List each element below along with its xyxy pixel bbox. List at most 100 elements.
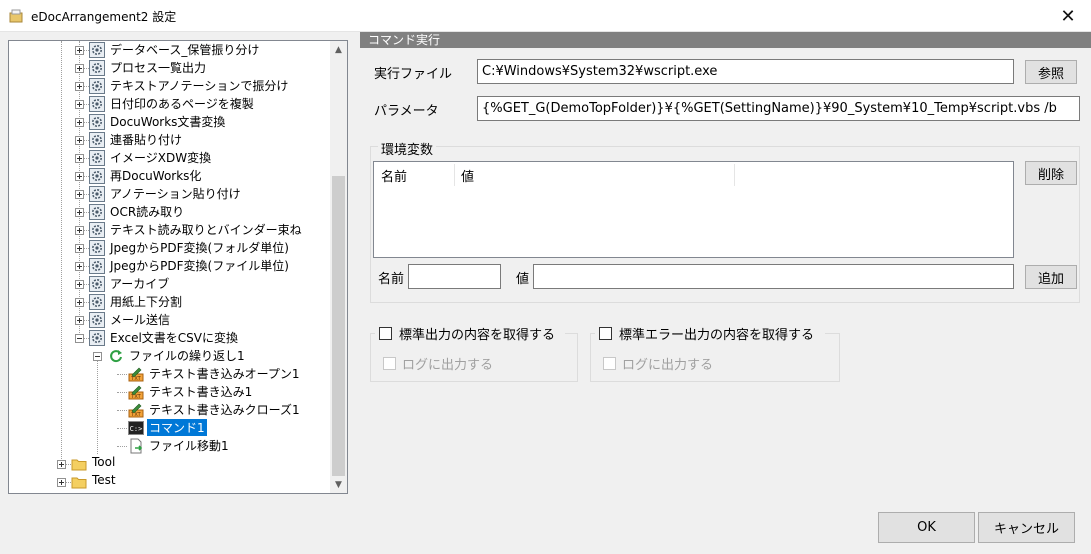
ok-button[interactable]: OK <box>878 512 975 543</box>
tree-item-label: JpegからPDF変換(フォルダ単位) <box>110 241 289 255</box>
tree-item-label: テキスト読み取りとバインダー束ね <box>110 223 302 237</box>
expand-icon[interactable] <box>75 118 84 127</box>
task-gear-icon <box>89 150 105 166</box>
close-button[interactable]: ✕ <box>1045 0 1091 32</box>
tree-item-label: 用紙上下分割 <box>110 295 183 309</box>
tree-item-label: Excel文書をCSVに変換 <box>110 331 238 345</box>
command-panel: コマンド実行 <box>360 32 1091 48</box>
expand-icon[interactable] <box>75 154 84 163</box>
tree-scrollbar[interactable]: ▲ ▼ <box>330 41 347 493</box>
app-icon <box>9 9 23 23</box>
task-gear-icon <box>89 240 105 256</box>
exec-file-label: 実行ファイル <box>374 67 453 82</box>
tree-item-label: JpegからPDF変換(ファイル単位) <box>110 259 289 273</box>
expand-icon[interactable] <box>75 280 84 289</box>
env-name-label: 名前 <box>378 272 405 287</box>
expand-icon[interactable] <box>75 100 84 109</box>
collapse-icon[interactable] <box>93 352 102 361</box>
stdout-checkbox[interactable] <box>379 327 392 340</box>
browse-button[interactable]: 参照 <box>1025 60 1077 84</box>
tree-guide-line <box>117 428 127 429</box>
tree-guide-line <box>117 410 127 411</box>
expand-icon[interactable] <box>75 172 84 181</box>
tree-item-label: 連番貼り付け <box>110 133 183 147</box>
close-icon: ✕ <box>1060 5 1076 27</box>
scroll-thumb[interactable] <box>332 176 345 476</box>
svg-text:TXT: TXT <box>130 376 141 382</box>
scroll-down-icon[interactable]: ▼ <box>330 476 347 493</box>
expand-icon[interactable] <box>75 262 84 271</box>
column-separator[interactable] <box>734 164 735 186</box>
task-gear-icon <box>89 96 105 112</box>
tree-item-label: ファイル移動1 <box>149 439 229 453</box>
expand-icon[interactable] <box>75 64 84 73</box>
tree-guide-line <box>117 392 127 393</box>
command-icon: C:> <box>128 421 144 435</box>
env-name-input[interactable] <box>408 264 501 289</box>
stdout-log-checkbox[interactable] <box>383 357 396 370</box>
stderr-checkbox-label: 標準エラー出力の内容を取得する <box>619 328 815 343</box>
expand-icon[interactable] <box>75 316 84 325</box>
expand-icon[interactable] <box>75 226 84 235</box>
exec-file-input[interactable]: C:¥Windows¥System32¥wscript.exe <box>477 59 1014 84</box>
cancel-button[interactable]: キャンセル <box>978 512 1075 543</box>
add-button[interactable]: 追加 <box>1025 265 1077 289</box>
tree-item-label: イメージXDW変換 <box>110 151 212 165</box>
delete-button[interactable]: 削除 <box>1025 161 1077 185</box>
tree-item-selected: コマンド1 <box>147 419 207 436</box>
column-separator[interactable] <box>454 164 455 186</box>
task-gear-icon <box>89 78 105 94</box>
stderr-checkbox[interactable] <box>599 327 612 340</box>
tree-item-label: テキスト書き込み1 <box>149 385 253 399</box>
tree-item-label: テキスト書き込みオープン1 <box>149 367 300 381</box>
expand-icon[interactable] <box>75 46 84 55</box>
file-move-icon <box>130 438 143 454</box>
expand-icon[interactable] <box>57 460 66 469</box>
tree-folder-label: Tool <box>92 455 116 469</box>
task-gear-icon <box>89 222 105 238</box>
task-gear-icon <box>89 204 105 220</box>
task-gear-icon <box>89 312 105 328</box>
svg-text:TXT: TXT <box>130 412 141 418</box>
task-gear-icon <box>89 294 105 310</box>
tree-item-label: 再DocuWorks化 <box>110 169 202 183</box>
tree-guide-line <box>117 374 127 375</box>
task-gear-icon <box>89 168 105 184</box>
scroll-up-icon[interactable]: ▲ <box>330 41 347 58</box>
task-gear-icon <box>89 60 105 76</box>
tree-item-label: 日付印のあるページを複製 <box>110 97 254 111</box>
expand-icon[interactable] <box>75 244 84 253</box>
env-value-input[interactable] <box>533 264 1014 289</box>
env-grid[interactable]: 名前 値 <box>373 161 1014 258</box>
section-header: コマンド実行 <box>360 32 1091 48</box>
tree-item-label: プロセス一覧出力 <box>110 61 207 75</box>
settings-tree[interactable]: ▲ ▼ データベース_保管振り分け プロセス一覧出力 テキストアノテーションで振分け… <box>8 40 348 494</box>
expand-icon[interactable] <box>75 298 84 307</box>
expand-icon[interactable] <box>57 478 66 487</box>
stderr-log-checkbox[interactable] <box>603 357 616 370</box>
folder-icon <box>71 459 87 471</box>
task-gear-icon <box>89 276 105 292</box>
tree-item-label: テキスト書き込みクローズ1 <box>149 403 300 417</box>
text-write-icon: TXT <box>128 367 144 382</box>
expand-icon[interactable] <box>75 82 84 91</box>
collapse-icon[interactable] <box>75 334 84 343</box>
expand-icon[interactable] <box>75 190 84 199</box>
env-group-label: 環境変数 <box>378 139 437 158</box>
tree-item-label: メール送信 <box>110 313 171 327</box>
expand-icon[interactable] <box>75 208 84 217</box>
expand-icon[interactable] <box>75 136 84 145</box>
loop-icon <box>110 350 122 363</box>
param-input[interactable]: {%GET_G(DemoTopFolder)}¥{%GET(SettingNam… <box>477 96 1080 121</box>
stdout-checkbox-label: 標準出力の内容を取得する <box>399 328 556 343</box>
svg-text:TXT: TXT <box>130 394 141 400</box>
task-gear-icon <box>89 330 105 346</box>
task-gear-icon <box>89 114 105 130</box>
text-write-icon: TXT <box>128 403 144 418</box>
stdout-checkbox-row[interactable]: 標準出力の内容を取得する <box>375 324 565 343</box>
stderr-checkbox-row[interactable]: 標準エラー出力の内容を取得する <box>595 324 825 343</box>
folder-icon <box>71 477 87 489</box>
param-label: パラメータ <box>374 104 439 119</box>
task-gear-icon <box>89 258 105 274</box>
tree-item-label: OCR読み取り <box>110 205 185 219</box>
